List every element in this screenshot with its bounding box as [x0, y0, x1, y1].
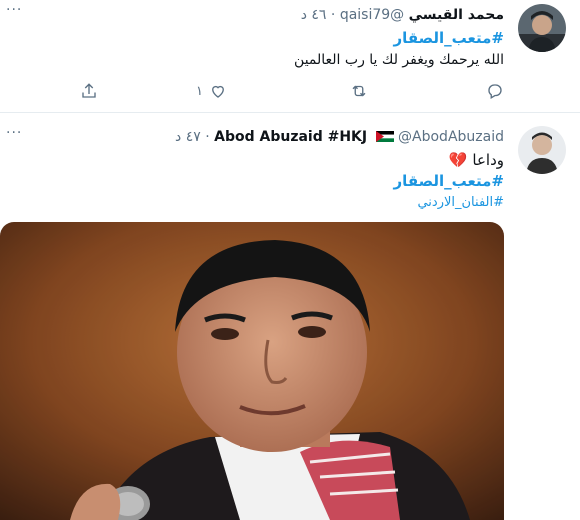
- retweet-button[interactable]: [350, 80, 368, 102]
- tweet-photo[interactable]: [0, 222, 504, 520]
- like-count: ١: [196, 83, 203, 99]
- like-button[interactable]: ١: [196, 80, 227, 102]
- tweet-qaisi79[interactable]: ··· محمد القيسي @qaisi79 · ٤٦ د #متعب_ال…: [0, 0, 580, 113]
- hashtag-link-secondary[interactable]: #الفنان_الاردني: [417, 195, 504, 210]
- author-name[interactable]: Abod Abuzaid #HKJ: [214, 129, 367, 145]
- share-button[interactable]: [80, 80, 98, 102]
- author-handle[interactable]: @AbodAbuzaid: [398, 129, 504, 145]
- tweet-text: وداعا: [472, 151, 504, 169]
- tweet-header: Abod Abuzaid #HKJ @AbodAbuzaid · ٤٧ د: [175, 128, 504, 146]
- hashtag-link[interactable]: #متعب_الصقار: [394, 29, 504, 47]
- tweet-time[interactable]: ٤٧ د: [175, 129, 201, 145]
- author-handle[interactable]: @qaisi79: [340, 7, 404, 23]
- tweet-time[interactable]: ٤٦ د: [301, 7, 327, 23]
- tweet-text: الله يرحمك ويغفر لك يا رب العالمين: [294, 52, 504, 68]
- tweet-actions: ١: [0, 80, 580, 104]
- jordan-flag-icon: [375, 129, 394, 142]
- share-icon: [82, 83, 96, 98]
- tweet-abodabuzaid[interactable]: ··· Abod Abuzaid #HKJ @AbodAbuzaid · ٤٧ …: [0, 113, 580, 520]
- separator: ·: [330, 7, 336, 23]
- avatar[interactable]: [518, 4, 566, 52]
- retweet-icon: [352, 85, 366, 97]
- reply-icon: [488, 84, 502, 99]
- tweet-header: محمد القيسي @qaisi79 · ٤٦ د: [301, 6, 504, 24]
- broken-heart-emoji: 💔: [448, 151, 468, 169]
- hashtag-link[interactable]: #متعب_الصقار: [394, 172, 504, 190]
- separator: ·: [205, 129, 210, 145]
- more-options-icon[interactable]: ···: [6, 125, 22, 141]
- author-name[interactable]: محمد القيسي: [409, 7, 504, 23]
- heart-icon: [212, 85, 224, 98]
- more-options-icon[interactable]: ···: [6, 2, 22, 18]
- reply-button[interactable]: [486, 80, 504, 102]
- avatar[interactable]: [518, 126, 566, 174]
